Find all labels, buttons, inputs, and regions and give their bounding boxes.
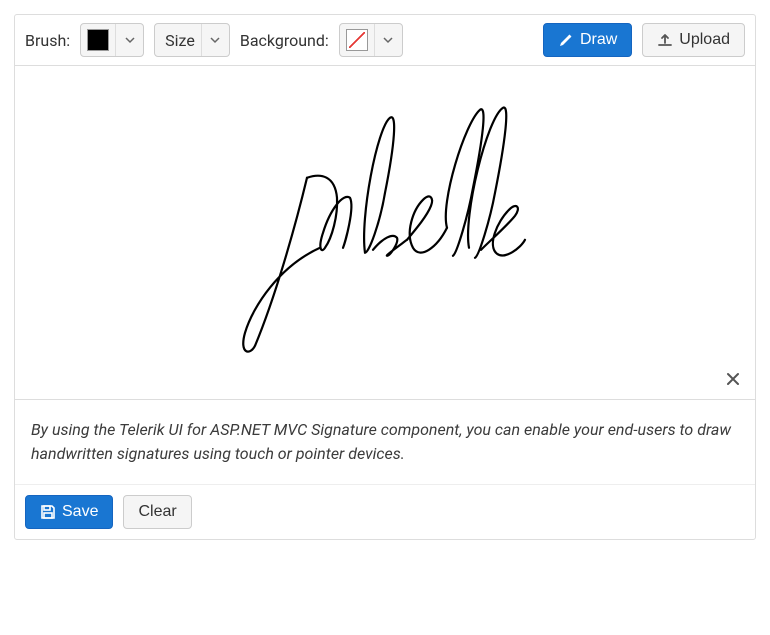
- background-label: Background:: [240, 31, 329, 50]
- save-button[interactable]: Save: [25, 495, 113, 529]
- chevron-down-icon: [115, 24, 143, 56]
- close-icon[interactable]: [723, 369, 743, 389]
- chevron-down-icon: [201, 24, 229, 56]
- brush-label: Brush:: [25, 31, 70, 50]
- signature-drawing: [225, 97, 545, 357]
- signature-panel: Brush: Size Background:: [14, 14, 756, 540]
- clear-button-label: Clear: [138, 503, 176, 521]
- brush-color-swatch: [87, 29, 109, 51]
- background-color-dropdown[interactable]: [339, 23, 403, 57]
- chevron-down-icon: [374, 24, 402, 56]
- size-dropdown-label: Size: [165, 31, 201, 50]
- footer: Save Clear: [15, 485, 755, 539]
- draw-button-label: Draw: [580, 31, 617, 49]
- toolbar: Brush: Size Background:: [15, 15, 755, 66]
- signature-canvas[interactable]: [15, 66, 755, 400]
- upload-button[interactable]: Upload: [642, 23, 745, 57]
- pencil-icon: [558, 32, 574, 48]
- clear-button[interactable]: Clear: [123, 495, 191, 529]
- brush-color-dropdown[interactable]: [80, 23, 144, 57]
- draw-button[interactable]: Draw: [543, 23, 632, 57]
- size-dropdown[interactable]: Size: [154, 23, 230, 57]
- background-none-swatch: [346, 29, 368, 51]
- save-icon: [40, 504, 56, 520]
- description-text: By using the Telerik UI for ASP.NET MVC …: [15, 400, 755, 485]
- save-button-label: Save: [62, 503, 98, 521]
- upload-button-label: Upload: [679, 31, 730, 49]
- upload-icon: [657, 32, 673, 48]
